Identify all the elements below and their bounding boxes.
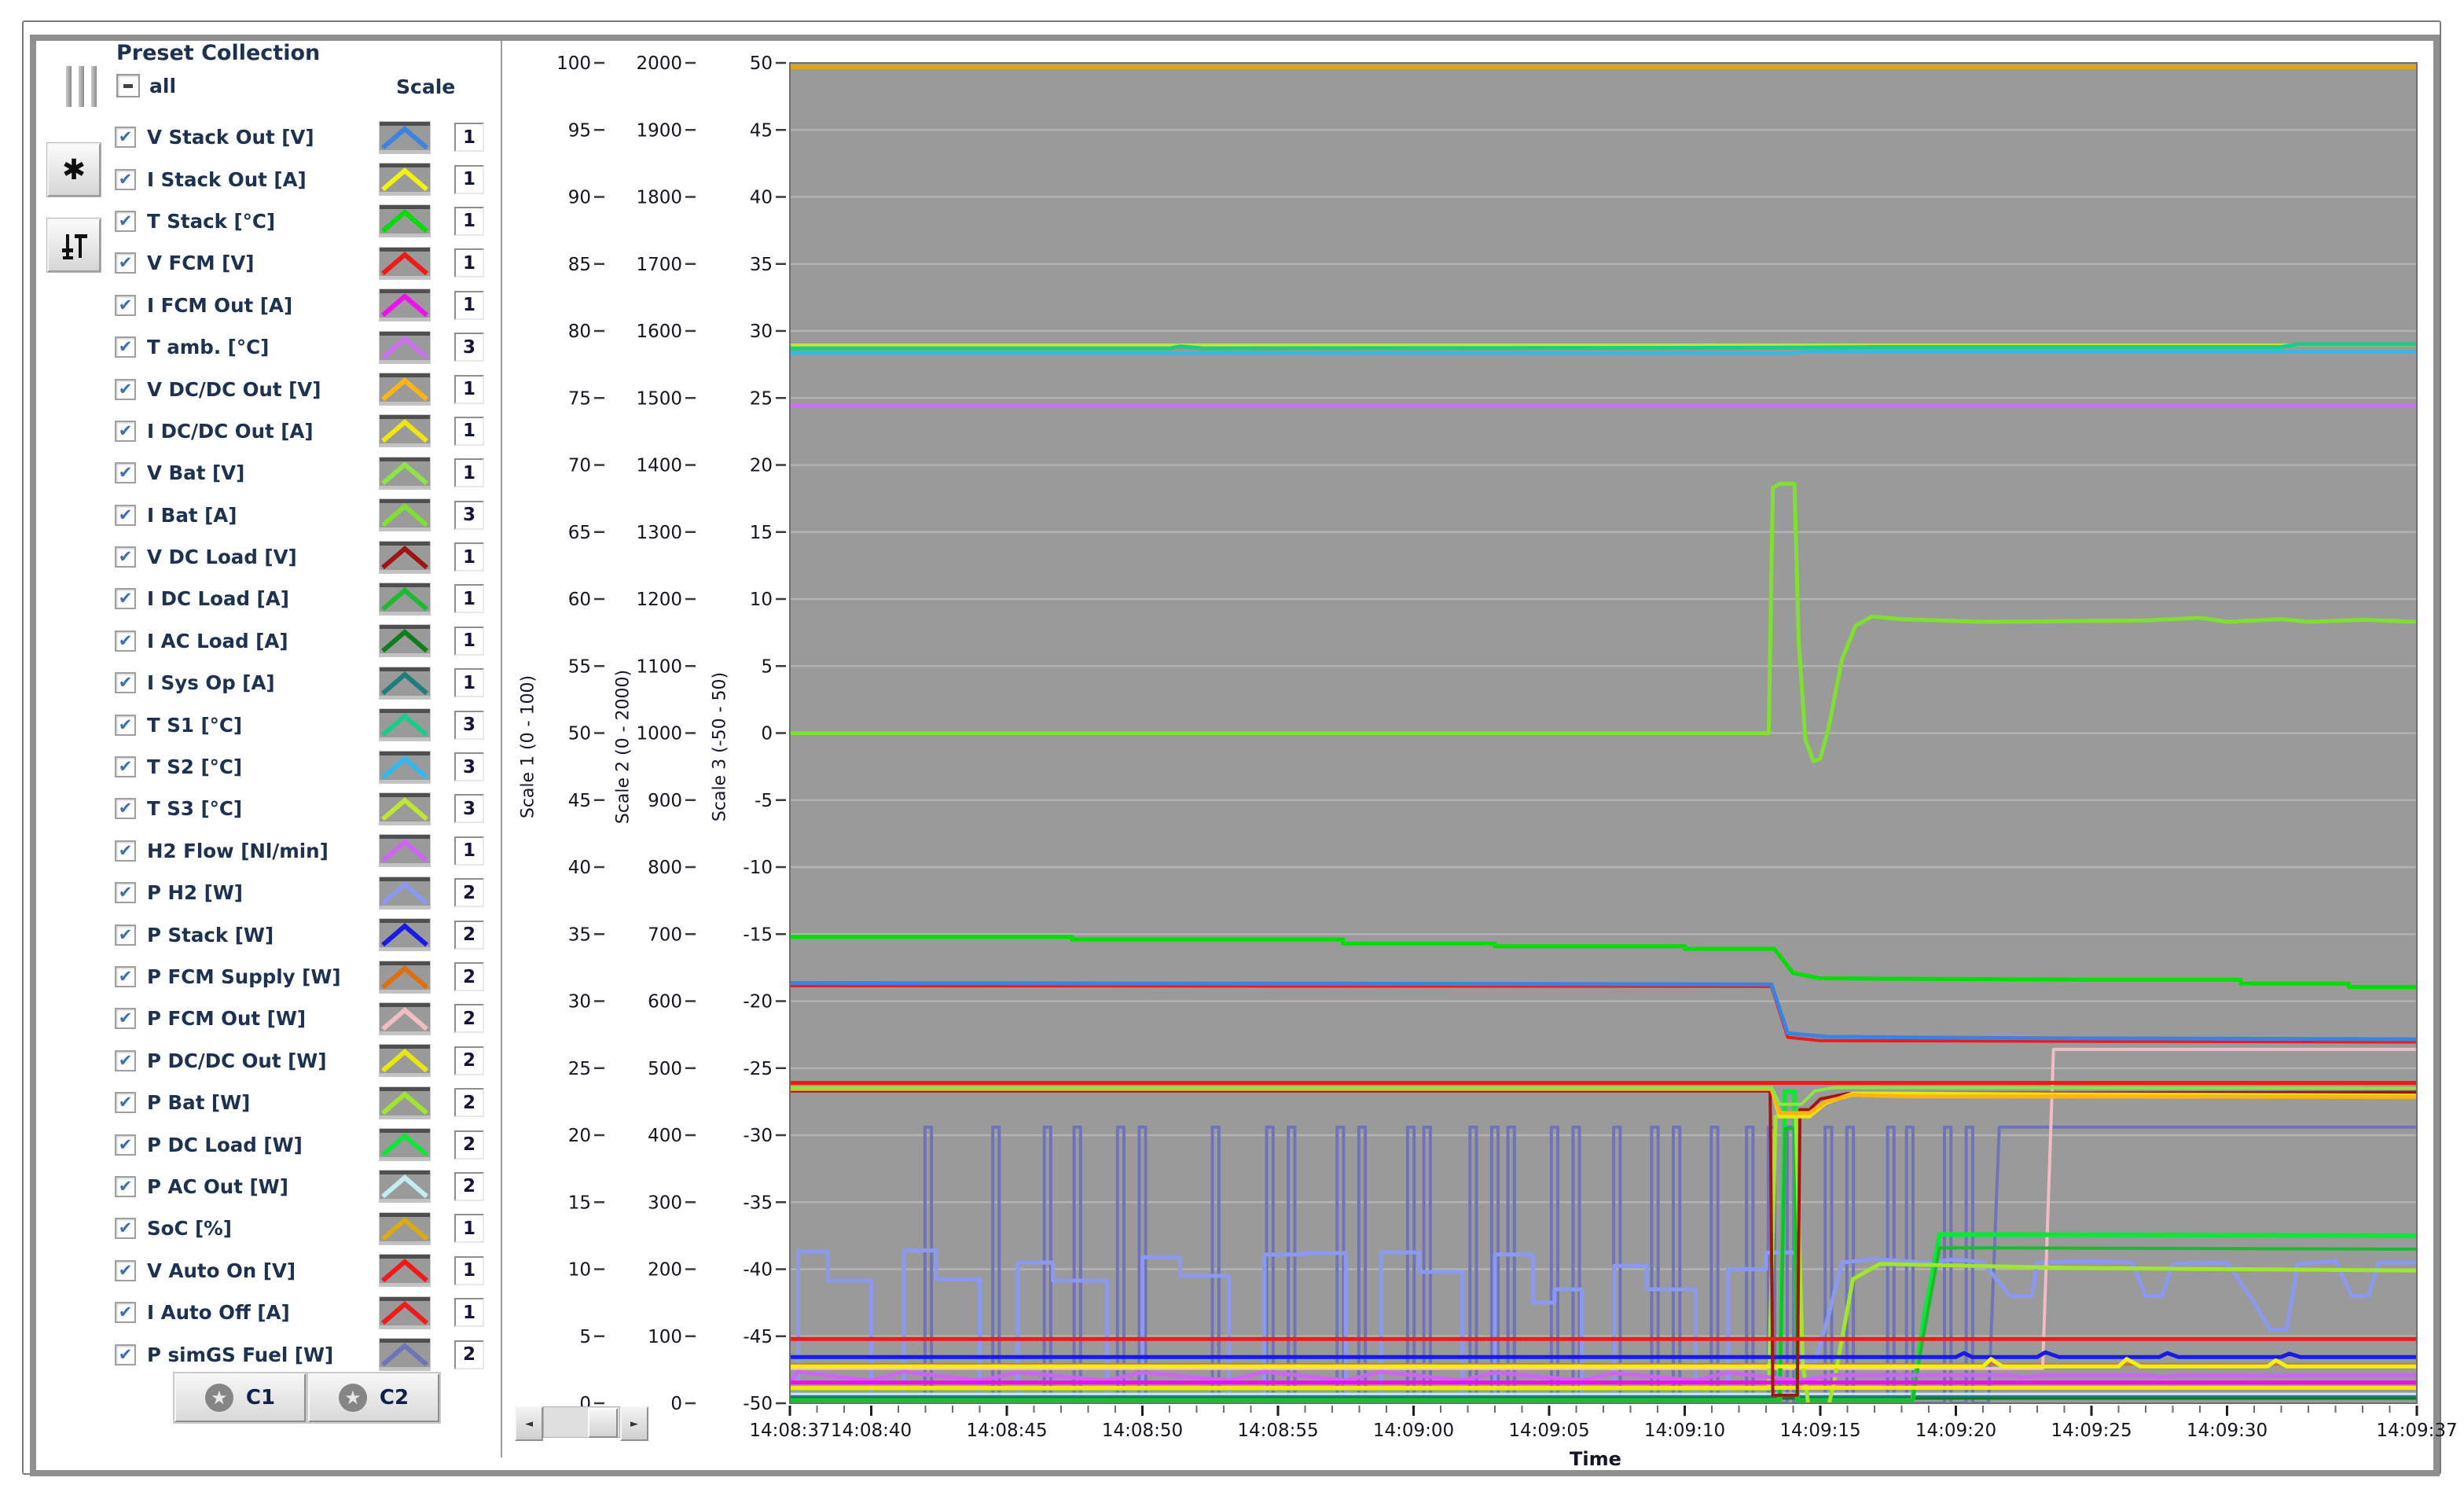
svg-text:20: 20 — [750, 456, 773, 476]
svg-text:14:09:10: 14:09:10 — [1644, 1421, 1725, 1441]
svg-text:1300: 1300 — [636, 523, 682, 543]
scrollbar-track[interactable] — [543, 1406, 620, 1438]
svg-text:1600: 1600 — [636, 322, 682, 342]
svg-text:14:09:15: 14:09:15 — [1779, 1421, 1860, 1441]
svg-text:10: 10 — [750, 590, 773, 610]
svg-text:15: 15 — [750, 523, 773, 543]
svg-text:14:08:37: 14:08:37 — [749, 1421, 830, 1441]
svg-text:1500: 1500 — [636, 388, 682, 409]
svg-text:35: 35 — [750, 255, 773, 275]
svg-text:1400: 1400 — [636, 456, 682, 476]
svg-text:1800: 1800 — [636, 188, 682, 208]
svg-text:30: 30 — [568, 992, 591, 1013]
svg-text:-15: -15 — [743, 924, 773, 945]
svg-text:14:08:55: 14:08:55 — [1237, 1421, 1318, 1441]
svg-text:400: 400 — [648, 1126, 682, 1146]
svg-text:25: 25 — [568, 1059, 591, 1079]
svg-text:65: 65 — [568, 523, 591, 543]
svg-text:1900: 1900 — [636, 120, 682, 141]
svg-text:1200: 1200 — [636, 590, 682, 610]
svg-text:5: 5 — [579, 1327, 591, 1347]
svg-text:-20: -20 — [743, 992, 773, 1013]
svg-text:25: 25 — [750, 388, 773, 409]
y-axis-2-caption: Scale 2 (0 - 2000) — [613, 669, 633, 825]
svg-text:50: 50 — [568, 724, 591, 744]
svg-text:40: 40 — [750, 188, 773, 208]
svg-text:5: 5 — [761, 656, 773, 677]
svg-text:-30: -30 — [743, 1126, 773, 1146]
svg-text:95: 95 — [568, 120, 591, 141]
y-axis-1-caption: Scale 1 (0 - 100) — [518, 674, 538, 819]
scrollbar-thumb[interactable] — [588, 1408, 618, 1438]
svg-text:30: 30 — [750, 322, 773, 342]
svg-text:700: 700 — [648, 924, 682, 945]
time-scrollbar: ◄ ► — [515, 1406, 648, 1441]
chart-plot: 1009590858075706560555045403530252015105… — [556, 53, 2458, 1441]
svg-text:90: 90 — [568, 188, 591, 208]
svg-text:60: 60 — [568, 590, 591, 610]
svg-text:-50: -50 — [743, 1394, 773, 1414]
svg-text:-25: -25 — [743, 1059, 773, 1079]
svg-text:1000: 1000 — [636, 724, 682, 744]
y-axis-3-caption: Scale 3 (-50 - 50) — [710, 671, 730, 822]
svg-text:800: 800 — [648, 858, 682, 878]
svg-text:500: 500 — [648, 1059, 682, 1079]
svg-text:1100: 1100 — [636, 656, 682, 677]
svg-text:600: 600 — [648, 992, 682, 1013]
svg-text:20: 20 — [568, 1126, 591, 1146]
svg-text:14:09:25: 14:09:25 — [2051, 1421, 2132, 1441]
scroll-left-arrow-icon[interactable]: ◄ — [515, 1406, 543, 1441]
svg-text:14:08:45: 14:08:45 — [966, 1421, 1047, 1441]
svg-text:100: 100 — [556, 53, 591, 74]
svg-text:15: 15 — [568, 1193, 591, 1213]
svg-text:-35: -35 — [743, 1193, 773, 1213]
svg-text:14:09:20: 14:09:20 — [1915, 1421, 1996, 1441]
svg-text:80: 80 — [568, 322, 591, 342]
svg-text:200: 200 — [648, 1260, 682, 1281]
svg-text:0: 0 — [761, 724, 773, 744]
svg-text:14:09:37: 14:09:37 — [2376, 1421, 2457, 1441]
svg-text:85: 85 — [568, 255, 591, 275]
svg-text:-5: -5 — [755, 791, 773, 811]
svg-text:10: 10 — [568, 1260, 591, 1281]
svg-text:14:09:05: 14:09:05 — [1508, 1421, 1589, 1441]
x-axis-title: Time — [1570, 1448, 1621, 1470]
svg-text:75: 75 — [568, 388, 591, 409]
svg-text:70: 70 — [568, 456, 591, 476]
svg-text:14:08:50: 14:08:50 — [1102, 1421, 1183, 1441]
svg-text:-45: -45 — [743, 1327, 773, 1347]
svg-text:14:09:00: 14:09:00 — [1373, 1421, 1454, 1441]
scroll-right-arrow-icon[interactable]: ► — [620, 1406, 648, 1441]
svg-text:0: 0 — [670, 1394, 682, 1414]
svg-text:35: 35 — [568, 924, 591, 945]
svg-text:45: 45 — [750, 120, 773, 141]
svg-text:-10: -10 — [743, 858, 773, 878]
svg-text:300: 300 — [648, 1193, 682, 1213]
svg-text:100: 100 — [648, 1327, 682, 1347]
svg-text:14:08:40: 14:08:40 — [831, 1421, 912, 1441]
svg-text:14:09:30: 14:09:30 — [2187, 1421, 2268, 1441]
svg-text:-40: -40 — [743, 1260, 773, 1281]
svg-text:900: 900 — [648, 791, 682, 811]
svg-text:2000: 2000 — [636, 53, 682, 74]
svg-text:40: 40 — [568, 858, 591, 878]
svg-text:55: 55 — [568, 656, 591, 677]
svg-text:45: 45 — [568, 791, 591, 811]
svg-text:50: 50 — [750, 53, 773, 74]
svg-text:1700: 1700 — [636, 255, 682, 275]
